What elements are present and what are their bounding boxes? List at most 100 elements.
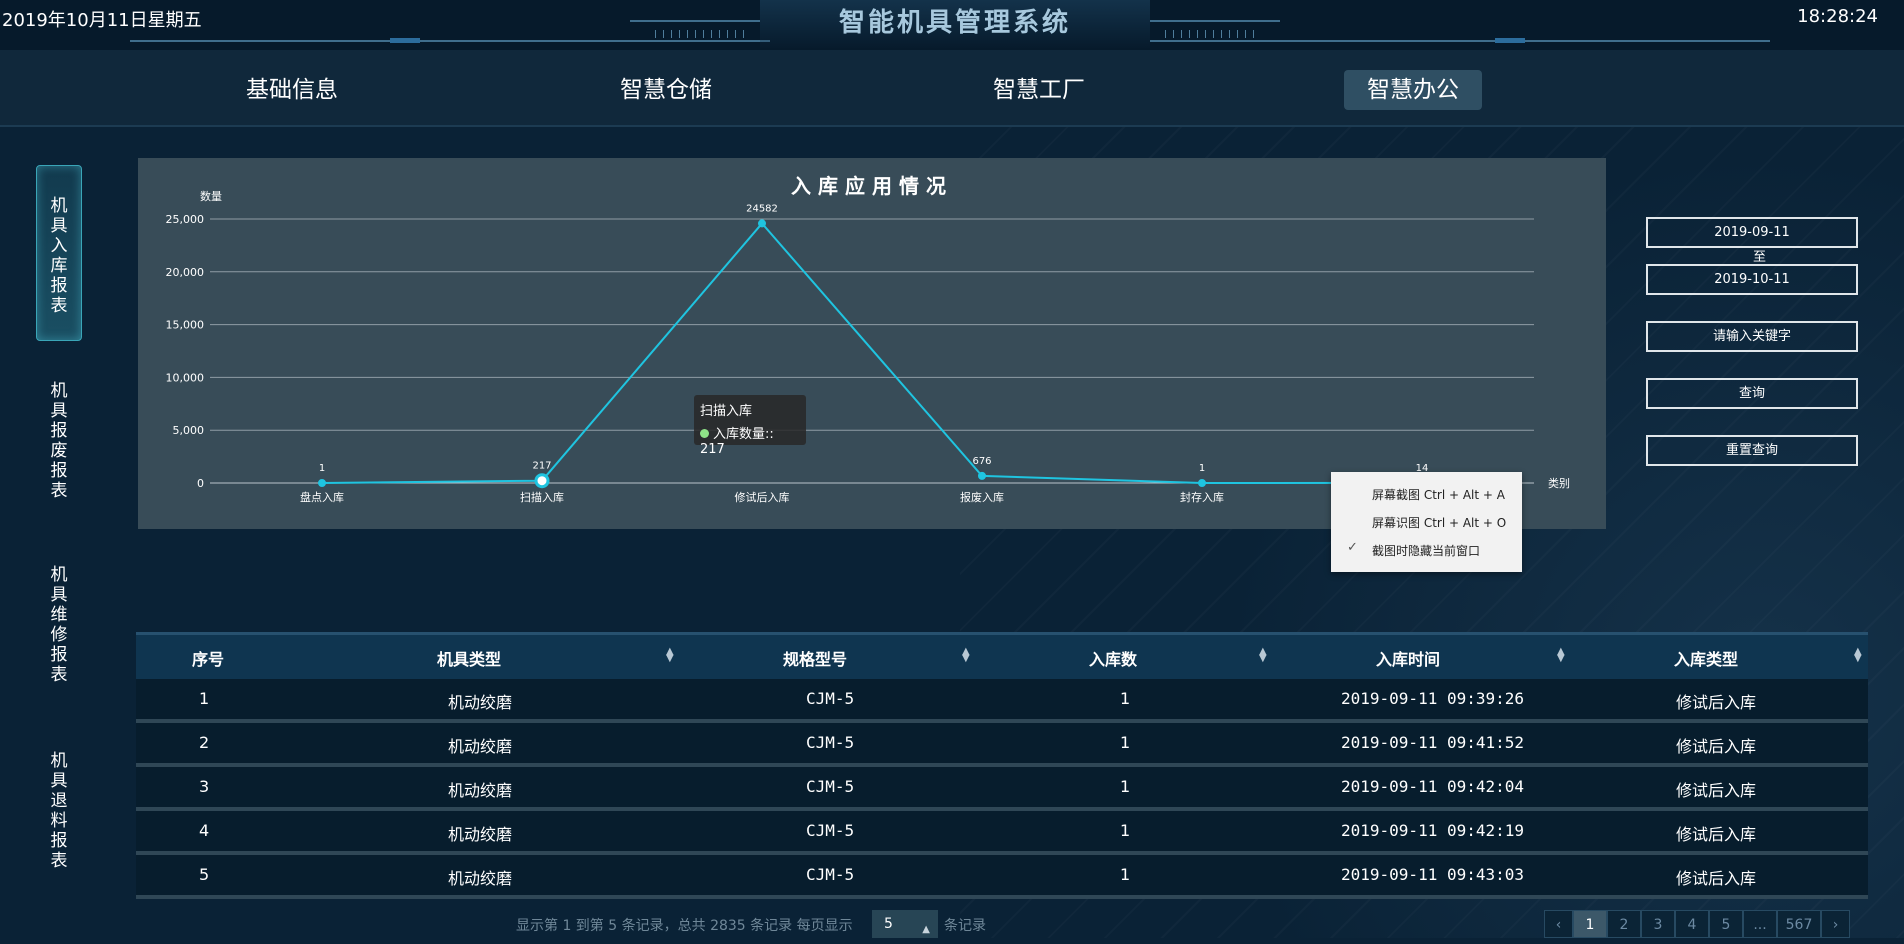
table-cell: CJM-5 (806, 733, 855, 752)
pagination-page-4[interactable]: 4 (1675, 910, 1709, 938)
column-header-inbound-time[interactable]: 入库时间 (1376, 646, 1440, 670)
table-cell: 1 (1120, 821, 1131, 840)
series-line (321, 221, 1423, 484)
chart-tooltip: 扫描入库 入库数量:: 217 (694, 395, 806, 457)
x-tick-label: 盘点入库 (300, 490, 344, 504)
table-cell: 4 (199, 821, 210, 840)
table-cell: 1 (1120, 733, 1131, 752)
page-size-value: 5 (884, 916, 893, 932)
data-label: 217 (532, 461, 551, 472)
menu-item-screenshot[interactable]: 屏幕截图 Ctrl + Alt + A (1372, 486, 1505, 503)
header-line-left (130, 40, 770, 42)
pagination-info: 显示第 1 到第 5 条记录，总共 2835 条记录 每页显示 (516, 918, 853, 934)
column-header-tool-type[interactable]: 机具类型 (437, 646, 501, 670)
nav-item-basic-info[interactable]: 基础信息 (223, 70, 361, 110)
sort-icon[interactable]: ▲ ▼ (1259, 647, 1267, 664)
pagination-suffix: 条记录 (944, 918, 986, 934)
check-icon: ✓ (1347, 540, 1358, 555)
table-row[interactable]: 5 机动绞磨 CJM-5 1 2019-09-11 09:43:03 修试后入库 (136, 855, 1868, 899)
x-tick-label: 扫描入库 (520, 490, 564, 504)
column-header-model[interactable]: 规格型号 (783, 646, 847, 670)
table-row[interactable]: 3 机动绞磨 CJM-5 1 2019-09-11 09:42:04 修试后入库 (136, 767, 1868, 811)
sidebar-item-scrap-report[interactable]: 机具报废报表 (36, 381, 82, 521)
menu-item-image-recognition[interactable]: 屏幕识图 Ctrl + Alt + O (1372, 514, 1506, 531)
end-date-input[interactable]: 2019-10-11 (1646, 264, 1858, 295)
table-cell: 2 (199, 733, 210, 752)
sidebar-item-inbound-report[interactable]: 机具入库报表 (36, 165, 82, 341)
table-row[interactable]: 2 机动绞磨 CJM-5 1 2019-09-11 09:41:52 修试后入库 (136, 723, 1868, 767)
sidebar-item-return-report[interactable]: 机具退料报表 (36, 751, 82, 891)
inbound-table: 序号 机具类型 ▲ ▼ 规格型号 ▲ ▼ 入库数 ▲ ▼ 入库时间 ▲ ▼ 入库类型 ▲… (136, 632, 1868, 899)
header-ticks-right (1165, 30, 1260, 38)
nav-item-smart-factory[interactable]: 智慧工厂 (970, 70, 1108, 110)
table-cell: 2019-09-11 09:43:03 (1341, 865, 1525, 884)
tooltip-value: 217 (700, 442, 725, 457)
table-cell: 1 (1120, 865, 1131, 884)
pagination-page-5[interactable]: 5 (1709, 910, 1743, 938)
data-label: 676 (972, 456, 991, 467)
pagination-page-2[interactable]: 2 (1607, 910, 1641, 938)
data-point (758, 219, 766, 228)
start-date-input[interactable]: 2019-09-11 (1646, 217, 1858, 248)
pagination-page-3[interactable]: 3 (1641, 910, 1675, 938)
table-cell: CJM-5 (806, 689, 855, 708)
pagination-ellipsis: ... (1743, 910, 1777, 938)
menu-item-hide-window[interactable]: 截图时隐藏当前窗口 (1372, 542, 1480, 559)
page-size-select[interactable]: 5 ▲ (872, 910, 938, 938)
sort-icon[interactable]: ▲ ▼ (1854, 647, 1862, 664)
pagination-page-1[interactable]: 1 (1573, 910, 1607, 938)
table-cell: 2019-09-11 09:39:26 (1341, 689, 1525, 708)
y-tick-label: 20,000 (166, 266, 205, 279)
table-cell: 1 (1120, 689, 1131, 708)
table-cell: 机动绞磨 (448, 737, 513, 756)
sidebar-item-label: 机具退料报表 (50, 751, 68, 871)
table-row[interactable]: 4 机动绞磨 CJM-5 1 2019-09-11 09:42:19 修试后入库 (136, 811, 1868, 855)
pagination-prev-button[interactable]: ‹ (1544, 910, 1573, 938)
tooltip-value-row: 入库数量:: 217 (700, 423, 800, 457)
table-cell: 修试后入库 (1676, 693, 1757, 712)
sort-icon[interactable]: ▲ ▼ (962, 647, 970, 664)
table-cell: CJM-5 (806, 821, 855, 840)
table-cell: 3 (199, 777, 210, 796)
sort-icon[interactable]: ▲ ▼ (666, 647, 674, 664)
pagination-next-button[interactable]: › (1821, 910, 1850, 938)
sidebar-item-repair-report[interactable]: 机具维修报表 (36, 565, 82, 705)
table-cell: 2019-09-11 09:42:19 (1341, 821, 1525, 840)
data-label: 1 (1199, 463, 1205, 474)
x-axis-label: 类别 (1548, 476, 1570, 490)
nav-item-smart-office[interactable]: 智慧办公 (1344, 70, 1482, 110)
keyword-input[interactable]: 请输入关键字 (1646, 321, 1858, 352)
data-label: 1 (319, 463, 325, 474)
query-button[interactable]: 查询 (1646, 378, 1858, 409)
data-label: 24582 (746, 203, 778, 214)
system-title: 智能机具管理系统 (760, 0, 1150, 48)
x-tick-label: 修试后入库 (735, 490, 790, 504)
data-point (318, 478, 326, 487)
sidebar-item-label: 机具报废报表 (50, 381, 68, 501)
nav-item-smart-warehouse[interactable]: 智慧仓储 (597, 70, 735, 110)
date-range-separator: 至 (1753, 250, 1767, 265)
table-cell: 5 (199, 865, 210, 884)
column-header-inbound-type[interactable]: 入库类型 (1674, 646, 1738, 670)
table-cell: 机动绞磨 (448, 825, 513, 844)
y-axis-label: 数量 (200, 190, 222, 203)
table-cell: 1 (199, 689, 210, 708)
table-cell: 修试后入库 (1676, 825, 1757, 844)
table-cell: 2019-09-11 09:42:04 (1341, 777, 1525, 796)
current-date: 2019年10月11日星期五 (2, 10, 202, 31)
data-point (978, 471, 986, 480)
column-header-quantity[interactable]: 入库数 (1089, 646, 1137, 670)
context-menu: 屏幕截图 Ctrl + Alt + A 屏幕识图 Ctrl + Alt + O … (1331, 472, 1522, 572)
sort-icon[interactable]: ▲ ▼ (1557, 647, 1565, 664)
header-slant-left (630, 20, 760, 22)
y-tick-label: 15,000 (166, 319, 205, 332)
pagination-page-567[interactable]: 567 (1777, 910, 1821, 938)
table-row[interactable]: 1 机动绞磨 CJM-5 1 2019-09-11 09:39:26 修试后入库 (136, 679, 1868, 723)
series-dot-icon (700, 429, 709, 438)
x-tick-label: 报废入库 (960, 490, 1004, 504)
table-cell: 修试后入库 (1676, 737, 1757, 756)
header-accent-right (1495, 38, 1525, 43)
table-cell: 修试后入库 (1676, 781, 1757, 800)
reset-query-button[interactable]: 重置查询 (1646, 435, 1858, 466)
column-header-index[interactable]: 序号 (192, 646, 224, 670)
